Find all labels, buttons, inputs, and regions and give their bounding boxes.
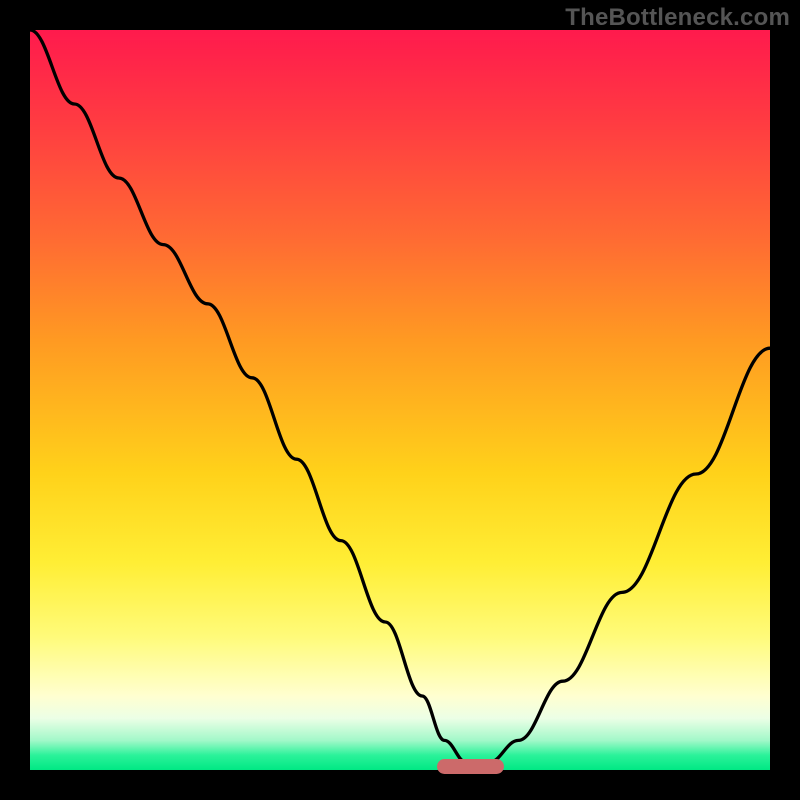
curve-path	[30, 30, 770, 763]
chart-frame: TheBottleneck.com	[0, 0, 800, 800]
optimal-marker	[437, 759, 504, 774]
plot-area	[30, 30, 770, 770]
bottleneck-curve	[30, 30, 770, 770]
watermark-text: TheBottleneck.com	[565, 4, 790, 32]
